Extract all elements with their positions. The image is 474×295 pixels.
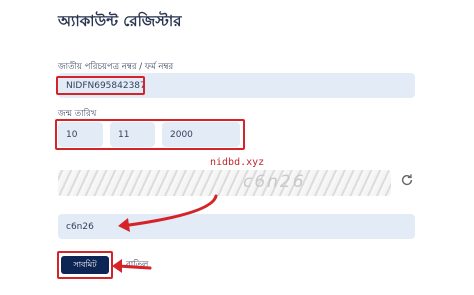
arrow-to-submit <box>116 264 152 270</box>
arrow-to-captcha-input <box>120 194 218 228</box>
annotation-arrows <box>112 194 218 273</box>
